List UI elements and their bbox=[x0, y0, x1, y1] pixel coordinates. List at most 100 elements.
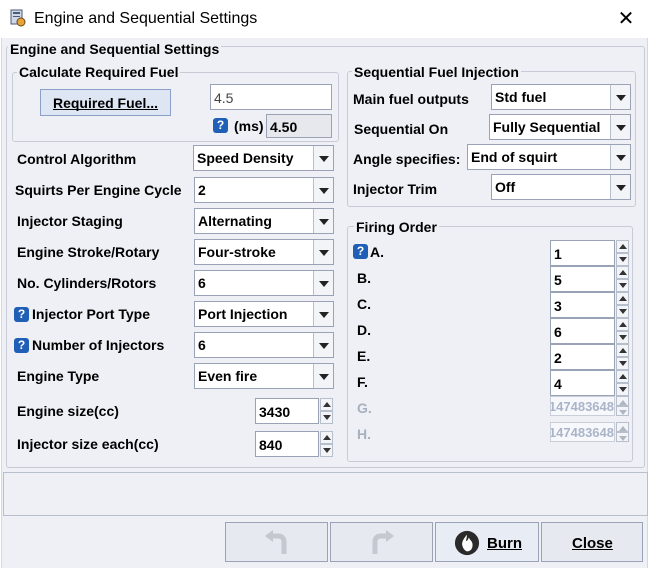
cylinders-select[interactable]: 6 bbox=[194, 270, 334, 296]
sequential-on-select[interactable]: Fully Sequential bbox=[489, 114, 631, 140]
squirts-value: 2 bbox=[198, 182, 206, 198]
spin-down-icon[interactable] bbox=[616, 253, 629, 266]
spin-down-icon[interactable] bbox=[616, 331, 629, 344]
firing-order-help-icon[interactable]: ? bbox=[353, 244, 368, 259]
engine-stroke-label: Engine Stroke/Rotary bbox=[17, 244, 160, 260]
chevron-down-icon[interactable] bbox=[313, 178, 333, 202]
chevron-down-icon[interactable] bbox=[313, 209, 333, 233]
injector-trim-label: Injector Trim bbox=[353, 181, 438, 197]
spin-down-icon[interactable] bbox=[616, 383, 629, 396]
redo-button[interactable] bbox=[330, 522, 433, 562]
spinner-buttons bbox=[320, 431, 333, 457]
port-type-label: Injector Port Type bbox=[32, 306, 150, 322]
spin-down-icon[interactable] bbox=[320, 444, 333, 457]
required-fuel-ms-value: 4.50 bbox=[266, 114, 332, 138]
dialog-body: Engine and Sequential Settings Calculate… bbox=[1, 38, 648, 568]
control-algorithm-label: Control Algorithm bbox=[17, 151, 137, 167]
engine-type-select[interactable]: Even fire bbox=[194, 363, 334, 389]
firing-order-value[interactable]: 5 bbox=[550, 266, 615, 292]
firing-order-label: G. bbox=[357, 400, 372, 416]
chevron-down-icon[interactable] bbox=[610, 85, 630, 109]
injector-trim-value: Off bbox=[495, 179, 516, 195]
spin-up-icon[interactable] bbox=[616, 240, 629, 253]
num-injectors-select[interactable]: 6 bbox=[194, 332, 334, 358]
undo-button[interactable] bbox=[225, 522, 328, 562]
port-type-select[interactable]: Port Injection bbox=[194, 301, 334, 327]
spinner-buttons bbox=[616, 266, 629, 292]
burn-button-label: Burn bbox=[487, 535, 522, 552]
required-fuel-button[interactable]: Required Fuel... bbox=[40, 89, 171, 116]
spin-up-icon[interactable] bbox=[616, 266, 629, 279]
spin-up-icon[interactable] bbox=[320, 398, 333, 411]
firing-order-value: 2147483648 bbox=[550, 422, 615, 442]
engine-size-value[interactable]: 3430 bbox=[255, 398, 319, 424]
control-algorithm-value: Speed Density bbox=[197, 150, 294, 166]
spin-up-icon[interactable] bbox=[320, 431, 333, 444]
injector-size-label: Injector size each(cc) bbox=[17, 436, 159, 452]
firing-order-spinner[interactable]: 4 bbox=[550, 370, 629, 396]
chevron-down-icon[interactable] bbox=[313, 240, 333, 264]
firing-order-spinner[interactable]: 5 bbox=[550, 266, 629, 292]
spinner-buttons bbox=[616, 422, 629, 442]
injector-size-value[interactable]: 840 bbox=[255, 431, 319, 457]
firing-order-spinner[interactable]: 1 bbox=[550, 240, 629, 266]
angle-specifies-value: End of squirt bbox=[471, 149, 558, 165]
chevron-down-icon[interactable] bbox=[610, 145, 630, 169]
firing-order-value[interactable]: 3 bbox=[550, 292, 615, 318]
chevron-down-icon[interactable] bbox=[313, 271, 333, 295]
app-icon bbox=[10, 9, 26, 27]
firing-order-value[interactable]: 4 bbox=[550, 370, 615, 396]
squirts-select[interactable]: 2 bbox=[194, 177, 334, 203]
redo-icon bbox=[372, 530, 394, 554]
close-button[interactable]: Close bbox=[541, 522, 643, 562]
main-outputs-label: Main fuel outputs bbox=[353, 91, 469, 107]
spin-down-icon[interactable] bbox=[320, 411, 333, 424]
spinner-buttons bbox=[616, 396, 629, 416]
burn-button[interactable]: Burn bbox=[435, 522, 539, 562]
chevron-down-icon[interactable] bbox=[313, 333, 333, 357]
flame-icon bbox=[454, 530, 480, 556]
angle-specifies-select[interactable]: End of squirt bbox=[467, 144, 631, 170]
firing-order-spinner[interactable]: 2 bbox=[550, 344, 629, 370]
spin-up-icon[interactable] bbox=[616, 292, 629, 305]
spin-down-icon[interactable] bbox=[616, 279, 629, 292]
engine-type-label: Engine Type bbox=[17, 368, 100, 384]
chevron-down-icon[interactable] bbox=[610, 115, 630, 139]
sequential-legend: Sequential Fuel Injection bbox=[352, 64, 521, 80]
engine-size-spinner[interactable]: 3430 bbox=[255, 398, 333, 424]
title-bar: Engine and Sequential Settings ✕ bbox=[0, 0, 649, 38]
ms-label: (ms) bbox=[234, 118, 264, 134]
firing-order-value[interactable]: 2 bbox=[550, 344, 615, 370]
chevron-down-icon[interactable] bbox=[313, 364, 333, 388]
injector-size-spinner[interactable]: 840 bbox=[255, 431, 333, 457]
injector-trim-select[interactable]: Off bbox=[491, 174, 631, 200]
injector-staging-select[interactable]: Alternating bbox=[194, 208, 334, 234]
chevron-down-icon[interactable] bbox=[610, 175, 630, 199]
required-fuel-input[interactable]: 4.5 bbox=[210, 84, 332, 110]
spin-down-icon[interactable] bbox=[616, 305, 629, 318]
firing-order-legend: Firing Order bbox=[354, 219, 439, 235]
spin-up-icon[interactable] bbox=[616, 344, 629, 357]
chevron-down-icon[interactable] bbox=[313, 302, 333, 326]
squirts-label: Squirts Per Engine Cycle bbox=[15, 182, 182, 198]
spin-up-icon[interactable] bbox=[616, 370, 629, 383]
spin-down-icon[interactable] bbox=[616, 357, 629, 370]
num-injectors-help-icon[interactable]: ? bbox=[14, 338, 29, 353]
chevron-down-icon[interactable] bbox=[313, 146, 333, 170]
firing-order-spinner[interactable]: 6 bbox=[550, 318, 629, 344]
spin-up-icon[interactable] bbox=[616, 318, 629, 331]
req-fuel-help-icon[interactable]: ? bbox=[213, 118, 228, 133]
firing-order-value[interactable]: 6 bbox=[550, 318, 615, 344]
port-type-help-icon[interactable]: ? bbox=[14, 307, 29, 322]
engine-type-value: Even fire bbox=[198, 368, 258, 384]
close-window-icon[interactable]: ✕ bbox=[614, 8, 638, 30]
num-injectors-value: 6 bbox=[198, 337, 206, 353]
main-outputs-select[interactable]: Std fuel bbox=[491, 84, 631, 110]
control-algorithm-select[interactable]: Speed Density bbox=[193, 145, 334, 171]
spin-down-icon bbox=[616, 406, 629, 416]
firing-order-spinner[interactable]: 3 bbox=[550, 292, 629, 318]
cylinders-label: No. Cylinders/Rotors bbox=[17, 275, 157, 291]
firing-order-label: E. bbox=[357, 348, 371, 364]
engine-stroke-select[interactable]: Four-stroke bbox=[194, 239, 334, 265]
firing-order-value[interactable]: 1 bbox=[550, 240, 615, 266]
